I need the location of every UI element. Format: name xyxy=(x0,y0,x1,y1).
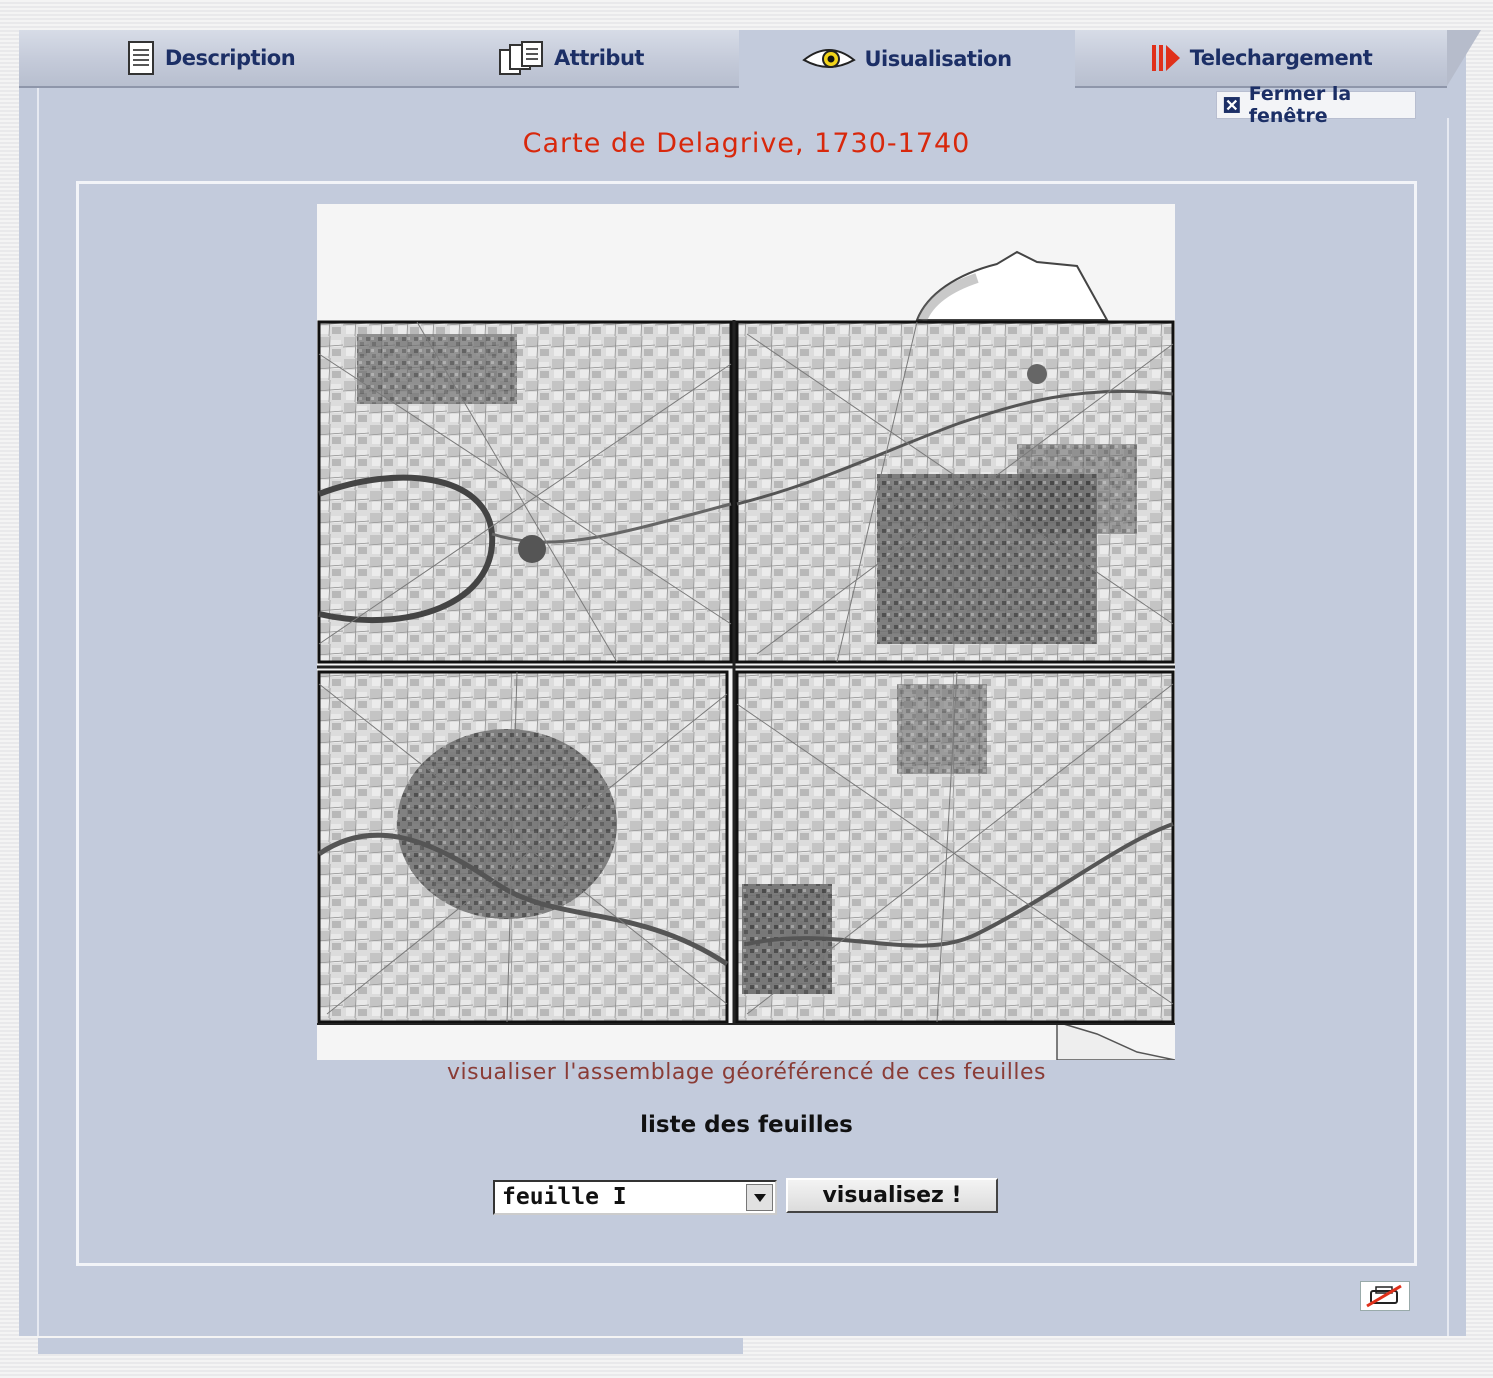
tab-bar: Description Attribut Uisualisation Telec… xyxy=(19,30,1481,88)
documents-icon xyxy=(499,41,544,75)
sheet-select-value: feuille I xyxy=(502,1184,627,1210)
tab-visualisation[interactable]: Uisualisation xyxy=(739,30,1075,88)
tab-visualisation-label: Uisualisation xyxy=(864,47,1012,71)
bottom-strip xyxy=(38,1338,743,1354)
map-preview-image[interactable] xyxy=(317,204,1175,1060)
tab-description[interactable]: Description xyxy=(19,30,437,88)
map-sheet-1 xyxy=(317,320,733,664)
document-icon xyxy=(127,41,154,75)
tab-divider xyxy=(1447,30,1481,86)
tab-telechargement[interactable]: Telechargement xyxy=(1075,30,1481,88)
visualize-button[interactable]: visualisez ! xyxy=(786,1178,998,1213)
frame-border xyxy=(37,88,39,1336)
map-sheets-graphic xyxy=(317,204,1175,1060)
map-sheet-4 xyxy=(735,670,1175,1024)
dropdown-arrow-icon[interactable] xyxy=(746,1184,773,1211)
tab-attribut[interactable]: Attribut xyxy=(403,30,739,88)
map-sheet-3 xyxy=(317,670,729,1024)
eye-icon xyxy=(802,49,857,68)
tab-description-label: Description xyxy=(164,46,296,70)
sheet-list-heading: liste des feuilles xyxy=(640,1112,853,1138)
close-icon xyxy=(1223,97,1240,113)
download-arrow-icon xyxy=(1151,45,1180,71)
close-window-button[interactable]: Fermer la fenêtre xyxy=(1216,83,1416,127)
frame-border xyxy=(1447,118,1449,1336)
close-window-label: Fermer la fenêtre xyxy=(1248,83,1352,127)
map-assembly-link[interactable]: visualiser l'assemblage géoréférencé de … xyxy=(0,1060,1493,1085)
no-print-icon[interactable] xyxy=(1360,1281,1410,1311)
tab-attribut-label: Attribut xyxy=(554,46,644,70)
tab-telechargement-label: Telechargement xyxy=(1189,46,1373,70)
page-title: Carte de Delagrive, 1730-1740 xyxy=(522,128,971,159)
sheet-select[interactable]: feuille I xyxy=(493,1180,777,1215)
map-sheet-2 xyxy=(735,320,1175,664)
